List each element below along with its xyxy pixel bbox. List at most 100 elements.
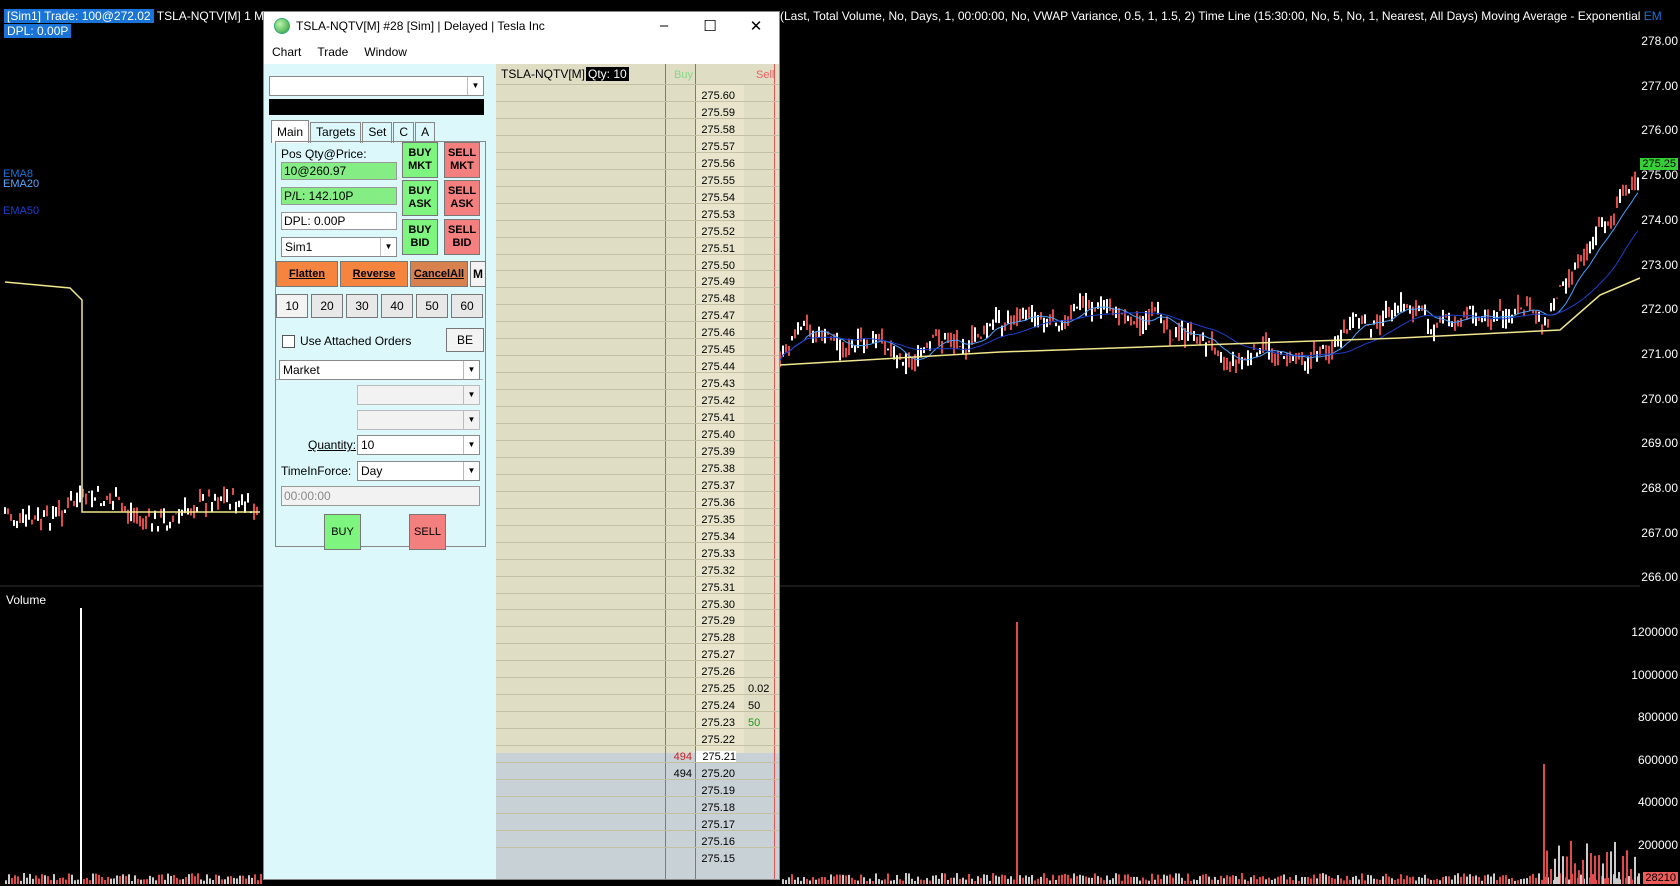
ladder-row-line — [496, 100, 779, 102]
volume-bar — [869, 878, 871, 884]
volume-bar — [1277, 876, 1279, 884]
volume-bar — [1361, 873, 1363, 884]
tab-targets[interactable]: Targets — [310, 122, 362, 143]
sell-bid-button[interactable]: SELL BID — [444, 219, 480, 255]
volume-bar — [1064, 873, 1066, 884]
volume-bar — [1355, 875, 1357, 884]
price-ladder[interactable]: TSLA-NQTV[M] Qty: 10 Buy Sell 275.60 275.… — [496, 64, 779, 879]
ladder-row-line — [496, 389, 779, 391]
reverse-button[interactable]: Reverse — [340, 261, 408, 287]
account-trade-tag: [Sim1] Trade: 100@272.02 — [4, 9, 154, 23]
volume-bar — [1334, 878, 1336, 884]
volume-panel-title: Volume — [6, 593, 47, 607]
ladder-row-line — [496, 541, 779, 543]
volume-bar — [224, 879, 226, 884]
quantity-select[interactable]: 10 ▼ — [357, 435, 480, 455]
attached-orders-checkbox[interactable] — [282, 335, 295, 348]
volume-bar — [1016, 622, 1018, 884]
volume-bar — [797, 877, 799, 884]
volume-bar — [971, 878, 973, 884]
qty-50-button[interactable]: 50 — [416, 294, 448, 318]
volume-bar — [1313, 874, 1315, 884]
price-axis-label: 267.00 — [1641, 525, 1678, 540]
volume-bar — [137, 878, 139, 884]
volume-bar — [56, 880, 58, 884]
qty-30-button[interactable]: 30 — [346, 294, 378, 318]
volume-bar — [41, 874, 43, 884]
volume-bar — [1499, 876, 1501, 884]
volume-bar — [1358, 879, 1360, 884]
volume-bar — [1454, 875, 1456, 884]
volume-bar — [1382, 876, 1384, 884]
window-titlebar[interactable]: TSLA-NQTV[M] #28 [Sim] | Delayed | Tesla… — [264, 12, 779, 40]
close-icon[interactable]: ✕ — [733, 17, 779, 35]
volume-bar — [1004, 875, 1006, 884]
volume-bar — [1379, 879, 1381, 884]
volume-bar — [254, 874, 256, 884]
menu-trade[interactable]: Trade — [309, 45, 356, 59]
price-axis-label: 275.00 — [1641, 168, 1678, 183]
tif-select[interactable]: Day ▼ — [357, 461, 480, 481]
qty-60-button[interactable]: 60 — [451, 294, 483, 318]
sell-button[interactable]: SELL — [409, 514, 446, 550]
volume-bar — [1526, 878, 1528, 884]
account-selector[interactable]: Sim1 ▼ — [281, 237, 397, 257]
tab-c[interactable]: C — [393, 122, 415, 143]
order-type-value: Market — [283, 363, 320, 377]
volume-bar — [917, 876, 919, 884]
volume-bar — [1127, 874, 1129, 884]
volume-bar — [26, 877, 28, 884]
instrument-selector[interactable]: ▼ — [269, 76, 484, 96]
maximize-icon[interactable]: ☐ — [687, 17, 733, 35]
volume-bar — [158, 874, 160, 884]
volume-bar — [167, 873, 169, 884]
ladder-row-line — [496, 575, 779, 577]
volume-bar — [188, 874, 190, 884]
volume-bar — [1145, 879, 1147, 884]
buy-bid-button[interactable]: BUY BID — [402, 219, 438, 255]
volume-bar — [1508, 878, 1510, 884]
flatten-button[interactable]: Flatten — [276, 261, 338, 287]
cancel-all-button[interactable]: CancelAll — [410, 261, 468, 287]
volume-bar — [1301, 877, 1303, 884]
qty-40-button[interactable]: 40 — [381, 294, 413, 318]
volume-bar — [38, 878, 40, 884]
volume-bar — [1034, 880, 1036, 884]
indicator-tail: EM — [1643, 9, 1662, 23]
window-title: TSLA-NQTV[M] #28 [Sim] | Delayed | Tesla… — [296, 19, 545, 33]
volume-bar — [875, 873, 877, 884]
tab-main[interactable]: Main — [271, 120, 310, 143]
volume-bar — [1466, 876, 1468, 884]
volume-bar — [1634, 856, 1636, 884]
volume-bar — [152, 877, 154, 884]
volume-bar — [830, 874, 832, 884]
volume-bar — [110, 878, 112, 884]
ladder-row-line — [496, 728, 779, 730]
buy-button[interactable]: BUY — [324, 514, 361, 550]
order-type-select[interactable]: Market ▼ — [279, 360, 480, 380]
qty-20-button[interactable]: 20 — [311, 294, 343, 318]
minimize-icon[interactable]: – — [641, 17, 687, 35]
instrument-interval: TSLA-NQTV[M] 1 Min — [156, 9, 274, 23]
sell-market-button[interactable]: SELL MKT — [444, 142, 480, 178]
tab-set[interactable]: Set — [362, 122, 393, 143]
buy-market-button[interactable]: BUY MKT — [402, 142, 438, 178]
volume-bar — [1322, 873, 1324, 884]
breakeven-button[interactable]: BE — [446, 328, 484, 352]
qty-10-button[interactable]: 10 — [276, 294, 308, 318]
volume-bar — [1109, 879, 1111, 884]
menu-window[interactable]: Window — [356, 45, 415, 59]
buy-ask-button[interactable]: BUY ASK — [402, 180, 438, 216]
vwap-line — [4, 281, 260, 513]
ladder-price[interactable]: 275.15 — [693, 853, 735, 865]
order-entry-panel: ▼ Main Targets Set C A Pos Qty@Price: 10… — [264, 64, 496, 879]
menu-chart[interactable]: Chart — [264, 45, 309, 59]
price-chart[interactable] — [0, 0, 1680, 886]
tab-a[interactable]: A — [415, 122, 436, 143]
chevron-down-icon: ▼ — [467, 77, 483, 95]
volume-bar — [881, 880, 883, 884]
sell-ask-button[interactable]: SELL ASK — [444, 180, 480, 216]
m-button[interactable]: M — [470, 261, 486, 287]
volume-bar — [107, 876, 109, 884]
volume-bar — [1217, 879, 1219, 884]
